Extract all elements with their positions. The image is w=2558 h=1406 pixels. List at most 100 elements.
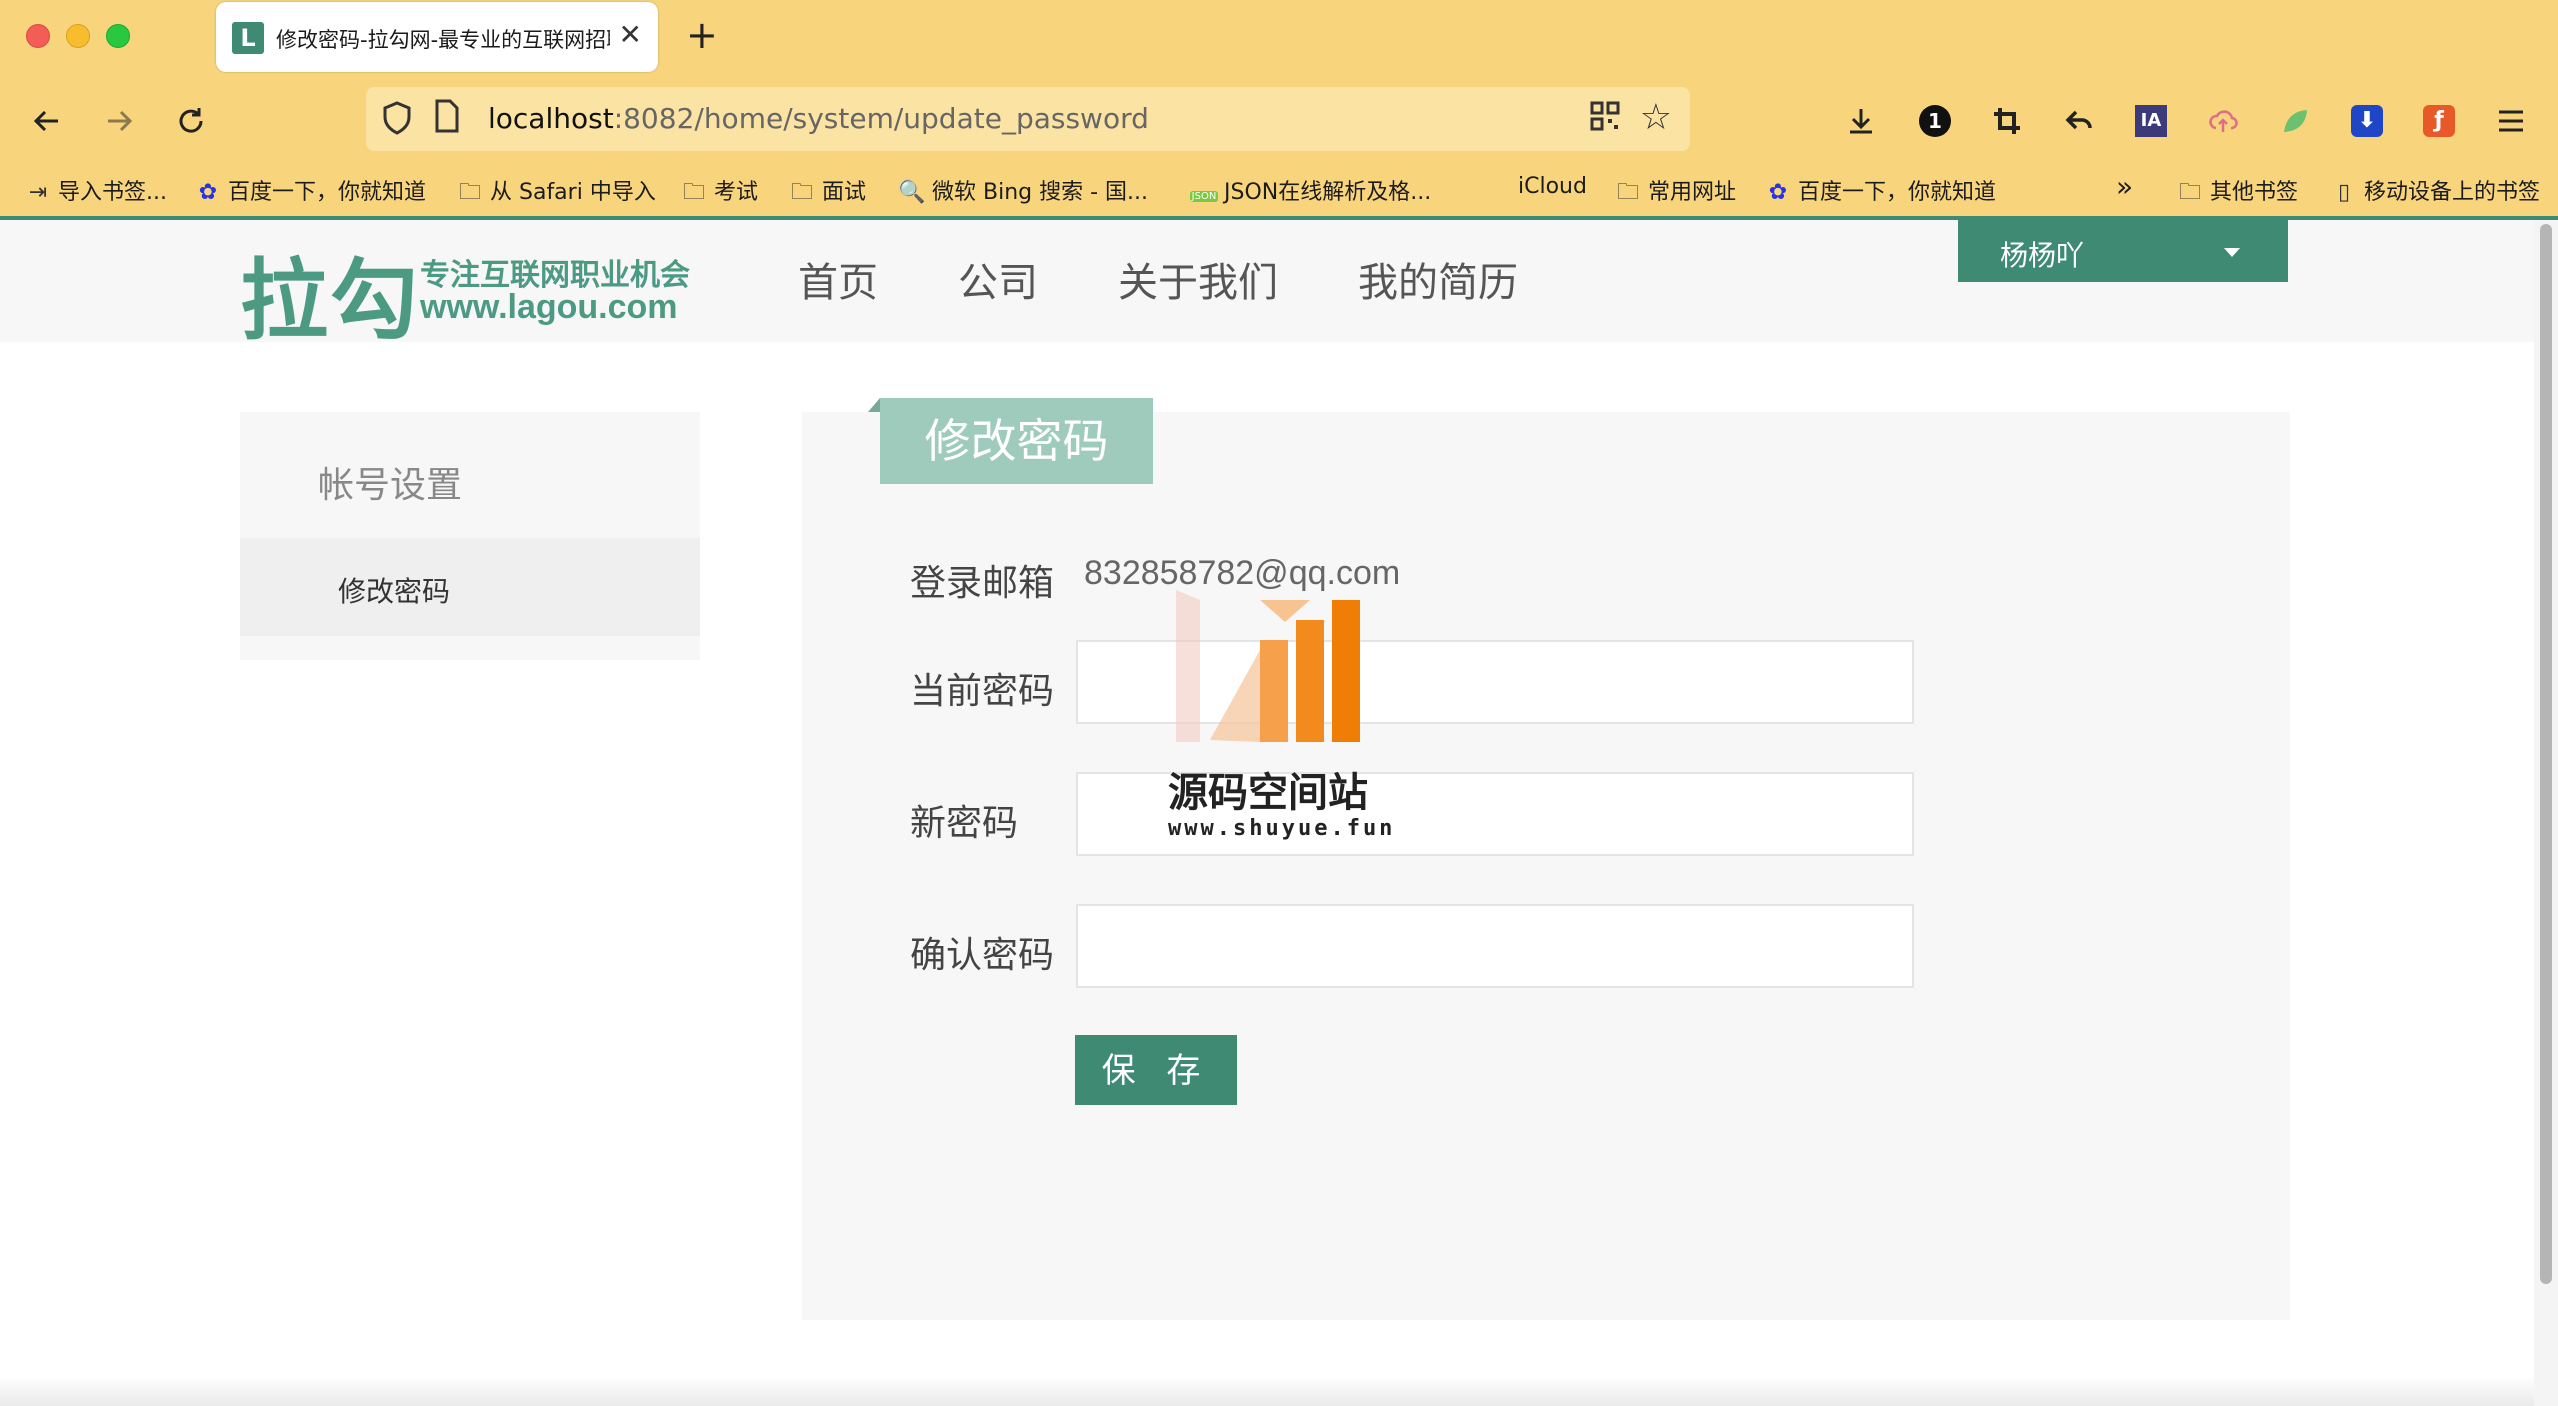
bookmark-item[interactable]: 🗀 其他书签 [2176, 174, 2298, 213]
bookmark-label: iCloud [1518, 174, 1587, 199]
user-menu-dropdown[interactable]: 杨杨吖 [1958, 220, 2288, 282]
badge-count: 1 [1919, 105, 1951, 137]
browser-toolbar: localhost:8082/home/system/update_passwo… [0, 78, 2558, 164]
account-sidebar: 帐号设置 修改密码 [240, 412, 700, 660]
folder-icon: 🗀 [682, 180, 705, 205]
bookmark-item[interactable]: ⇥ 导入书签... [24, 174, 167, 206]
forward-arrow-icon[interactable] [96, 98, 142, 144]
sidebar-item-label: 修改密码 [338, 575, 451, 608]
address-bar[interactable]: localhost:8082/home/system/update_passwo… [366, 87, 1690, 151]
page-viewport: 拉勾 专注互联网职业机会 www.lagou.com 首页 公司 关于我们 我的… [0, 220, 2558, 1406]
site-header: 拉勾 专注互联网职业机会 www.lagou.com 首页 公司 关于我们 我的… [0, 220, 2534, 352]
crop-icon[interactable] [1984, 98, 2030, 144]
sidebar-title: 帐号设置 [318, 465, 463, 506]
bookmark-label: JSON在线解析及格... [1224, 180, 1432, 205]
window-maximize-button[interactable] [106, 24, 130, 48]
window-close-button[interactable] [26, 24, 50, 48]
nav-resume[interactable]: 我的简历 [1358, 250, 1518, 308]
bookmark-label: 导入书签... [58, 180, 167, 205]
hamburger-menu-icon[interactable] [2488, 98, 2534, 144]
tab-close-icon[interactable]: ✕ [619, 18, 642, 51]
folder-icon: 🗀 [2178, 180, 2201, 205]
bookmark-item[interactable]: 🗀 考试 [680, 174, 758, 213]
caret-down-icon [2224, 248, 2240, 257]
back-arrow-icon[interactable] [24, 98, 70, 144]
bookmark-item[interactable]: 🔍 微软 Bing 搜索 - 国... [898, 174, 1148, 206]
bookmark-label: 考试 [714, 180, 759, 205]
bookmark-item[interactable]: ▯ 移动设备上的书签 [2330, 174, 2540, 206]
baidu-paw-icon: ✿ [198, 180, 218, 205]
nav-about[interactable]: 关于我们 [1118, 250, 1278, 308]
save-button[interactable]: 保 存 [1075, 1035, 1237, 1105]
bookmark-item[interactable]: 🗀 从 Safari 中导入 [456, 174, 656, 213]
page-bottom-shade [0, 1376, 2534, 1406]
user-name: 杨杨吖 [2000, 239, 2085, 272]
watermark: 源码空间站 www.shuyue.fun [1160, 560, 1400, 850]
nav-home[interactable]: 首页 [798, 250, 878, 308]
reload-icon[interactable] [168, 98, 214, 144]
bookmark-item[interactable]: ✿ 百度一下，你就知道 [1764, 174, 1996, 206]
confirm-password-label: 确认密码 [910, 935, 1055, 976]
sidebar-item-change-password[interactable]: 修改密码 [240, 538, 700, 636]
logo-main-text: 拉勾 [240, 249, 421, 352]
qr-code-icon[interactable] [1590, 101, 1620, 139]
bookmark-label: 其他书签 [2210, 180, 2299, 205]
window-minimize-button[interactable] [66, 24, 90, 48]
vertical-scrollbar[interactable] [2534, 220, 2558, 1406]
url-host: localhost [488, 102, 614, 135]
lagou-logo[interactable]: 拉勾 专注互联网职业机会 www.lagou.com [240, 234, 700, 352]
logo-url: www.lagou.com [420, 288, 678, 326]
tab-title: 修改密码-拉勾网-最专业的互联网招聘平台 [276, 28, 610, 52]
confirm-password-field[interactable] [1076, 904, 1914, 988]
folder-icon: 🗀 [1616, 180, 1639, 205]
scrollbar-thumb[interactable] [2540, 224, 2552, 1284]
current-password-label: 当前密码 [910, 671, 1055, 712]
bookmark-label: 百度一下，你就知道 [1798, 180, 1997, 205]
import-icon: ⇥ [28, 180, 48, 205]
new-password-label: 新密码 [910, 803, 1019, 844]
bookmark-item[interactable]: ✿ 百度一下，你就知道 [194, 174, 426, 206]
cloud-upload-icon[interactable] [2200, 98, 2246, 144]
change-password-panel [802, 412, 2290, 1320]
json-icon: JSON [1190, 191, 1218, 202]
bookmark-label: 从 Safari 中导入 [490, 180, 656, 205]
bookmark-label: 面试 [822, 180, 867, 205]
bookmarks-overflow-chevron-icon[interactable]: » [2116, 170, 2133, 203]
download-manager-icon[interactable]: ⬇ [2344, 98, 2390, 144]
search-icon: 🔍 [898, 180, 926, 205]
bookmark-item[interactable]: 🗀 面试 [788, 174, 866, 213]
panel-title-fold [868, 398, 880, 412]
watermark-url: www.shuyue.fun [1168, 816, 1396, 841]
browser-tab-active[interactable]: L 修改密码-拉勾网-最专业的互联网招聘平台 ✕ [216, 2, 658, 72]
mobile-icon: ▯ [2337, 180, 2351, 205]
bookmark-item[interactable]: JSON JSON在线解析及格... [1190, 174, 1431, 206]
browser-titlebar: L 修改密码-拉勾网-最专业的互联网招聘平台 ✕ + [0, 0, 2558, 78]
bookmark-label: 移动设备上的书签 [2364, 180, 2541, 205]
page-info-icon[interactable] [434, 99, 460, 141]
bookmark-item[interactable]: 🗀 常用网址 [1614, 174, 1736, 213]
undo-icon[interactable] [2056, 98, 2102, 144]
extension-badge-icon[interactable]: 1 [1912, 98, 1958, 144]
watermark-text: 源码空间站 [1168, 770, 1368, 816]
shield-icon[interactable] [382, 101, 412, 143]
baidu-paw-icon: ✿ [1768, 180, 1788, 205]
url-text[interactable]: localhost:8082/home/system/update_passwo… [488, 102, 1149, 135]
download-icon[interactable] [1838, 98, 1884, 144]
bookmark-label: 百度一下，你就知道 [228, 180, 427, 205]
bookmark-label: 微软 Bing 搜索 - 国... [932, 180, 1149, 205]
panel-title: 修改密码 [880, 398, 1153, 484]
nav-company[interactable]: 公司 [958, 250, 1038, 308]
bookmark-item[interactable]: iCloud [1484, 174, 1587, 199]
bookmark-star-icon[interactable]: ☆ [1640, 97, 1672, 138]
leaf-extension-icon[interactable] [2272, 98, 2318, 144]
tab-favicon-icon: L [232, 22, 264, 54]
new-tab-button[interactable]: + [686, 16, 718, 54]
watermark-bars-icon [1176, 590, 1360, 742]
flash-extension-icon[interactable]: ƒ [2416, 98, 2462, 144]
url-path: :8082/home/system/update_password [613, 102, 1149, 135]
email-label: 登录邮箱 [910, 563, 1055, 604]
folder-icon: 🗀 [458, 180, 481, 205]
bookmarks-bar: ⇥ 导入书签... ✿ 百度一下，你就知道 🗀 从 Safari 中导入 🗀 考试 🗀 面… [0, 164, 2558, 220]
folder-icon: 🗀 [790, 180, 813, 205]
ia-extension-icon[interactable]: IA [2128, 98, 2174, 144]
